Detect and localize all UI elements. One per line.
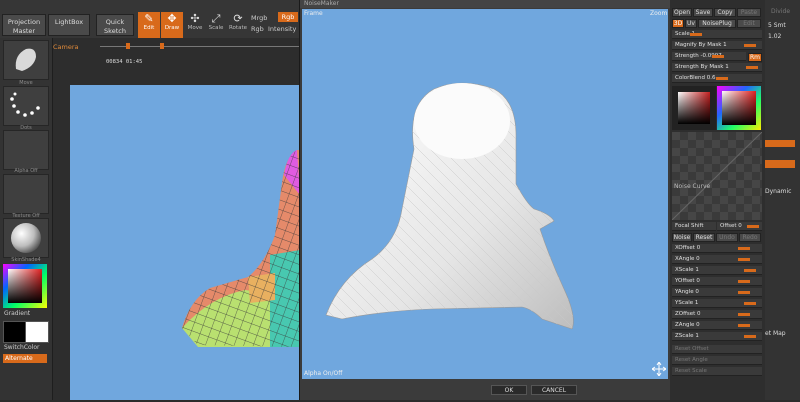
move-icon: ✣ <box>190 12 200 25</box>
timeline-track[interactable] <box>100 46 300 47</box>
zscale-slider[interactable]: ZScale 1 <box>672 332 762 341</box>
reset-angle-button[interactable]: Reset Angle <box>672 356 762 365</box>
stroke-slot[interactable] <box>3 86 49 126</box>
ok-button[interactable]: OK <box>491 385 527 395</box>
noise-color-swatch-1[interactable] <box>672 86 716 130</box>
far-right-active-bar-2[interactable] <box>765 160 795 168</box>
yoffset-slider[interactable]: YOffset 0 <box>672 277 762 286</box>
move-button[interactable]: ✣ Move <box>184 12 206 38</box>
mode-3d-button[interactable]: 3D <box>672 19 684 28</box>
draw-button[interactable]: ✥ Draw <box>161 12 183 38</box>
ret-map-label[interactable]: et Map <box>765 330 786 337</box>
noise-curve-button[interactable]: Noise <box>672 233 692 242</box>
poly-mesh-model <box>182 150 300 347</box>
reset-curve-button[interactable]: Reset <box>693 233 715 242</box>
edit-noise-button[interactable]: Edit <box>737 19 761 28</box>
timeline-key-2[interactable] <box>160 43 164 49</box>
secondary-color-swatch[interactable] <box>25 321 49 343</box>
xangle-slider[interactable]: XAngle 0 <box>672 255 762 264</box>
far-right-tray: Divide 5 Smt 1.02 Dynamic et Map <box>765 0 800 400</box>
left-shelf: Move Dots Alpha Off Texture Off SkinShad… <box>0 38 53 400</box>
material-slot[interactable] <box>3 218 49 258</box>
texture-slot[interactable] <box>3 174 49 214</box>
strength-slider[interactable]: Strength -0.0997 <box>672 52 746 61</box>
dynamic-label[interactable]: Dynamic <box>765 188 791 195</box>
divide-label: Divide <box>771 8 791 15</box>
paste-button[interactable]: Paste <box>737 8 761 17</box>
alpha-slot[interactable] <box>3 130 49 170</box>
scale-slider[interactable]: Scale 1 <box>672 30 762 39</box>
rgb-label: Rgb <box>251 25 264 33</box>
zoom-button[interactable]: Zoom <box>650 10 667 17</box>
edit-icon: ✎ <box>144 12 154 25</box>
reset-scale-button[interactable]: Reset Scale <box>672 367 762 376</box>
undo-curve-button[interactable]: Undo <box>716 233 738 242</box>
yscale-slider[interactable]: YScale 1 <box>672 299 762 308</box>
far-right-active-bar[interactable] <box>765 140 795 147</box>
focal-shift-slider[interactable]: Focal Shift <box>672 222 716 231</box>
noise-color-swatch-2[interactable] <box>717 86 761 130</box>
timeline-key[interactable] <box>126 43 130 49</box>
rotate-icon: ⟳ <box>233 12 243 25</box>
material-sphere-icon <box>11 223 41 253</box>
far-right-value: 1.02 <box>768 33 782 40</box>
dots-stroke-icon <box>10 92 40 117</box>
xscale-slider[interactable]: XScale 1 <box>672 266 762 275</box>
switch-color-button[interactable]: SwitchColor <box>4 344 40 351</box>
xoffset-slider[interactable]: XOffset 0 <box>672 244 762 253</box>
preview-mesh-model <box>325 82 574 330</box>
mrgb-toggle[interactable]: Mrgb <box>251 14 267 22</box>
mode-uv-button[interactable]: Uv <box>685 19 697 28</box>
cancel-button[interactable]: CANCEL <box>531 385 577 395</box>
noise-maker-dialog: NoiseMaker Frame Zoom Alpha On/Off OK CA… <box>299 0 671 400</box>
edit-button[interactable]: ✎ Edit <box>138 12 160 38</box>
scale-icon: ⤢ <box>211 12 221 25</box>
color-blend-slider[interactable]: ColorBlend 0.6 <box>672 74 762 83</box>
zangle-slider[interactable]: ZAngle 0 <box>672 321 762 330</box>
draw-icon: ✥ <box>167 12 177 25</box>
zoffset-slider[interactable]: ZOffset 0 <box>672 310 762 319</box>
yangle-slider[interactable]: YAngle 0 <box>672 288 762 297</box>
smt-label[interactable]: 5 Smt <box>768 22 786 29</box>
rgb-intensity-label: Intensity <box>268 25 297 33</box>
frame-button[interactable]: Frame <box>304 10 323 17</box>
dialog-title: NoiseMaker <box>300 0 671 8</box>
alternate-button[interactable]: Alternate <box>3 354 47 363</box>
rm-button[interactable]: Rm <box>748 53 762 62</box>
brush-slot[interactable] <box>3 40 49 80</box>
scale-button[interactable]: ⤢ Scale <box>205 12 227 38</box>
projection-master-button[interactable]: Projection Master <box>2 14 46 36</box>
brush-move-icon <box>15 48 36 71</box>
copy-button[interactable]: Copy <box>714 8 736 17</box>
redo-curve-button[interactable]: Redo <box>739 233 761 242</box>
material-label: SkinShade4 <box>11 257 41 263</box>
camera-label: Camera <box>53 43 79 51</box>
main-color-swatch[interactable] <box>3 321 27 343</box>
move-view-icon[interactable] <box>651 361 667 377</box>
document-canvas[interactable] <box>70 85 300 400</box>
noise-plug-button[interactable]: NoisePlug <box>698 19 736 28</box>
noise-curve-editor[interactable] <box>671 131 763 221</box>
offset-slider[interactable]: Offset 0 <box>717 222 762 231</box>
timeline-readout: 00834 01:45 <box>106 59 143 65</box>
magnify-by-mask-slider[interactable]: Magnify By Mask 1 <box>672 41 762 50</box>
open-button[interactable]: Open <box>672 8 692 17</box>
save-button[interactable]: Save <box>693 8 713 17</box>
gradient-label[interactable]: Gradient <box>4 310 30 317</box>
alpha-toggle-button[interactable]: Alpha On/Off <box>304 370 342 377</box>
rotate-button[interactable]: ⟳ Rotate <box>227 12 249 38</box>
reset-offset-button[interactable]: Reset Offset <box>672 345 762 354</box>
noise-settings-panel: Open Save Copy Paste 3D Uv NoisePlug Edi… <box>670 0 765 400</box>
rgb-toggle[interactable]: Rgb <box>278 12 298 22</box>
noise-preview-canvas[interactable] <box>302 9 668 379</box>
noise-curve-label: Noise Curve <box>674 183 711 190</box>
color-picker[interactable] <box>3 264 47 308</box>
lightbox-button[interactable]: LightBox <box>48 14 90 36</box>
strength-by-mask-slider[interactable]: Strength By Mask 1 <box>672 63 762 72</box>
quick-sketch-button[interactable]: Quick Sketch <box>96 14 134 36</box>
